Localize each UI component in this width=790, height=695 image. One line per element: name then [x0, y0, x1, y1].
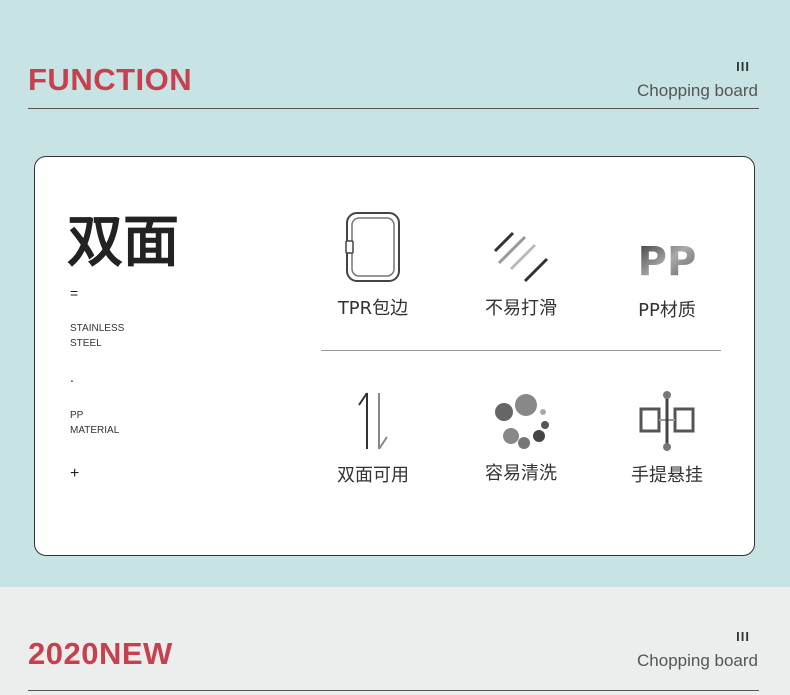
- plus-symbol: +: [70, 465, 80, 482]
- header-rule: [28, 108, 759, 109]
- roman-numeral-label: III: [736, 59, 750, 74]
- feature-pp-material: PP PP材质: [602, 211, 732, 321]
- material-pp: PP MATERIAL: [70, 408, 119, 438]
- material-stainless: STAINLESS STEEL: [70, 321, 124, 351]
- feature-label: 不易打滑: [485, 298, 557, 319]
- section-subtitle: Chopping board: [637, 81, 758, 100]
- material-line: STAINLESS: [70, 323, 125, 334]
- feature-tpr-edge: TPR包边: [308, 211, 438, 321]
- equals-symbol: =: [70, 285, 79, 301]
- material-line: STEEL: [70, 338, 102, 349]
- feature-label: 双面可用: [337, 465, 409, 486]
- feature-easy-clean: 容易清洗: [456, 385, 586, 495]
- feature-non-slip: 不易打滑: [456, 211, 586, 321]
- feature-double-sided: 双面可用: [308, 385, 438, 495]
- material-line: PP: [70, 410, 84, 421]
- bubbles-icon: [495, 394, 549, 449]
- pp-text-icon: PP: [638, 239, 697, 283]
- feature-divider: [321, 350, 721, 351]
- feature-label: PP材质: [638, 300, 696, 321]
- card-title: 双面: [67, 210, 179, 275]
- section-subtitle: Chopping board: [637, 651, 758, 670]
- feature-label: 容易清洗: [485, 463, 557, 484]
- feature-hang: 手提悬挂: [602, 385, 732, 495]
- flip-arrows-icon: [358, 392, 388, 450]
- dot-symbol: .: [70, 369, 74, 385]
- function-heading: FUNCTION: [28, 62, 193, 97]
- material-line: MATERIAL: [70, 425, 120, 436]
- header-rule: [28, 690, 759, 691]
- slip-lines-icon: [493, 231, 549, 283]
- roman-numeral-label: III: [736, 629, 750, 644]
- feature-card: 双面 = STAINLESS STEEL . PP MATERIAL + TPR…: [34, 156, 755, 556]
- tablet-edge-icon: [345, 212, 400, 282]
- hanger-icon: [639, 391, 695, 451]
- feature-label: 手提悬挂: [631, 465, 703, 486]
- pp-icon-text: PP: [638, 239, 697, 283]
- feature-label: TPR包边: [337, 298, 409, 319]
- new-heading: 2020NEW: [28, 636, 173, 671]
